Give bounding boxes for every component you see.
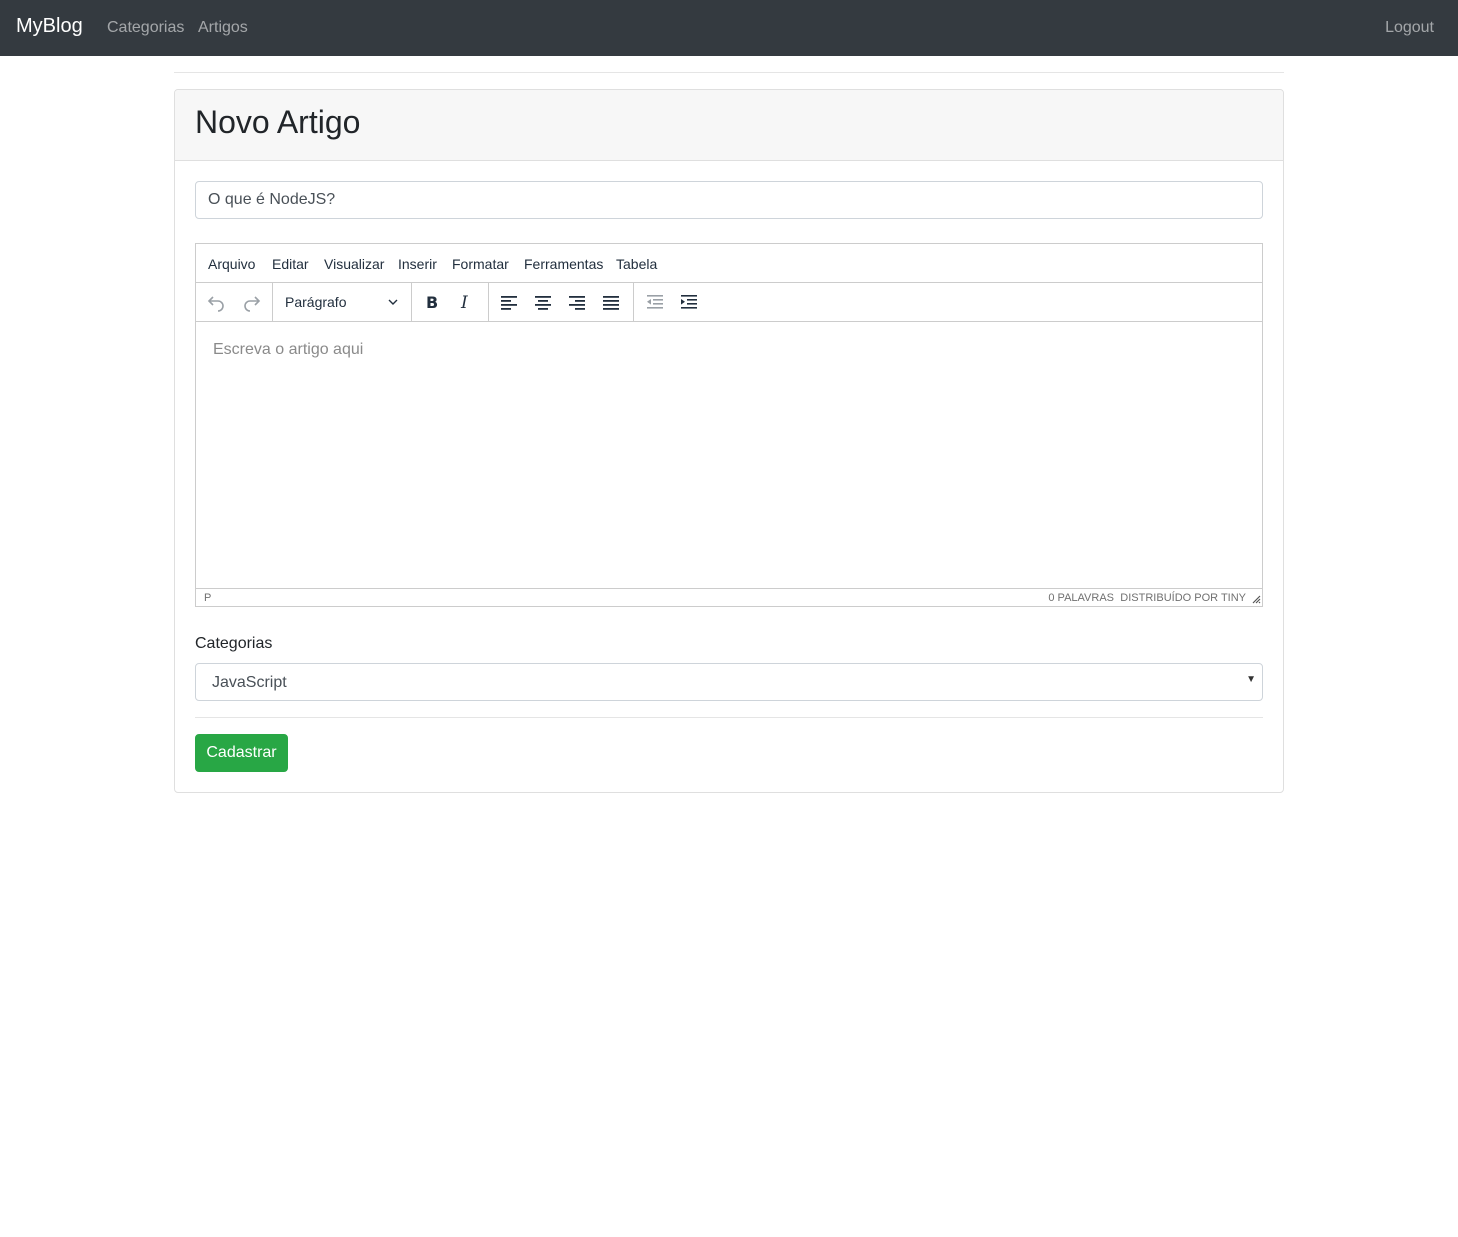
block-format-value: Parágrafo: [285, 294, 347, 310]
svg-text:I: I: [460, 293, 468, 311]
divider: [195, 717, 1263, 718]
bold-button[interactable]: B: [418, 289, 446, 315]
undo-button[interactable]: [202, 289, 230, 315]
editor-toolbar: Parágrafo B I: [196, 283, 1262, 322]
editor-menubar: Arquivo Editar Visualizar Inserir Format…: [196, 244, 1262, 283]
resize-handle-icon[interactable]: [1251, 594, 1261, 604]
menu-tabela[interactable]: Tabela: [616, 256, 657, 272]
new-article-card: Novo Artigo Arquivo Editar Visualizar In…: [174, 89, 1284, 793]
card-header: Novo Artigo: [175, 90, 1283, 161]
divider: [174, 72, 1284, 73]
italic-icon: I: [460, 293, 468, 311]
align-left-button[interactable]: [495, 289, 523, 315]
word-count[interactable]: 0 PALAVRAS: [1048, 592, 1114, 604]
article-title-input[interactable]: [195, 181, 1263, 219]
align-center-icon: [535, 296, 551, 310]
element-path[interactable]: P: [204, 592, 211, 604]
italic-button[interactable]: I: [452, 289, 480, 315]
align-justify-button[interactable]: [597, 289, 625, 315]
align-justify-icon: [603, 296, 619, 310]
redo-button[interactable]: [238, 289, 266, 315]
tiny-branding-link[interactable]: DISTRIBUÍDO POR TINY: [1120, 592, 1246, 604]
category-select[interactable]: JavaScript ▼: [195, 663, 1263, 701]
select-arrow-icon: ▼: [1246, 674, 1256, 685]
logout-link[interactable]: Logout: [1385, 19, 1434, 37]
toolbar-separator: [488, 283, 489, 321]
menu-editar[interactable]: Editar: [272, 256, 309, 272]
brand-link[interactable]: MyBlog: [16, 15, 83, 38]
block-format-select[interactable]: Parágrafo: [279, 289, 403, 315]
chevron-down-icon: [388, 299, 398, 305]
align-right-button[interactable]: [563, 289, 591, 315]
align-center-button[interactable]: [529, 289, 557, 315]
editor-placeholder: Escreva o artigo aqui: [213, 341, 364, 358]
submit-button[interactable]: Cadastrar: [195, 734, 288, 772]
editor-content-area[interactable]: Escreva o artigo aqui: [196, 322, 1262, 588]
category-select-value: JavaScript: [212, 674, 287, 691]
align-right-icon: [569, 296, 585, 310]
editor-statusbar: P 0 PALAVRAS DISTRIBUÍDO POR TINY: [196, 588, 1262, 606]
page-title: Novo Artigo: [195, 104, 361, 140]
toolbar-separator: [411, 283, 412, 321]
nav-link-artigos[interactable]: Artigos: [198, 19, 248, 37]
indent-icon: [681, 295, 697, 309]
indent-button[interactable]: [675, 289, 703, 315]
redo-icon: [244, 296, 261, 312]
outdent-button[interactable]: [641, 289, 669, 315]
toolbar-separator: [633, 283, 634, 321]
rich-text-editor: Arquivo Editar Visualizar Inserir Format…: [195, 243, 1263, 607]
category-label: Categorias: [195, 635, 273, 652]
menu-arquivo[interactable]: Arquivo: [208, 256, 255, 272]
bold-icon: B: [426, 293, 438, 311]
navbar: MyBlog Categorias Artigos Logout: [0, 0, 1458, 56]
menu-visualizar[interactable]: Visualizar: [324, 256, 384, 272]
menu-inserir[interactable]: Inserir: [398, 256, 437, 272]
toolbar-separator: [272, 283, 273, 321]
menu-ferramentas[interactable]: Ferramentas: [524, 256, 603, 272]
outdent-icon: [647, 295, 663, 309]
undo-icon: [207, 296, 224, 312]
align-left-icon: [501, 296, 517, 310]
svg-text:B: B: [426, 293, 438, 311]
menu-formatar[interactable]: Formatar: [452, 256, 509, 272]
nav-link-categorias[interactable]: Categorias: [107, 19, 184, 37]
